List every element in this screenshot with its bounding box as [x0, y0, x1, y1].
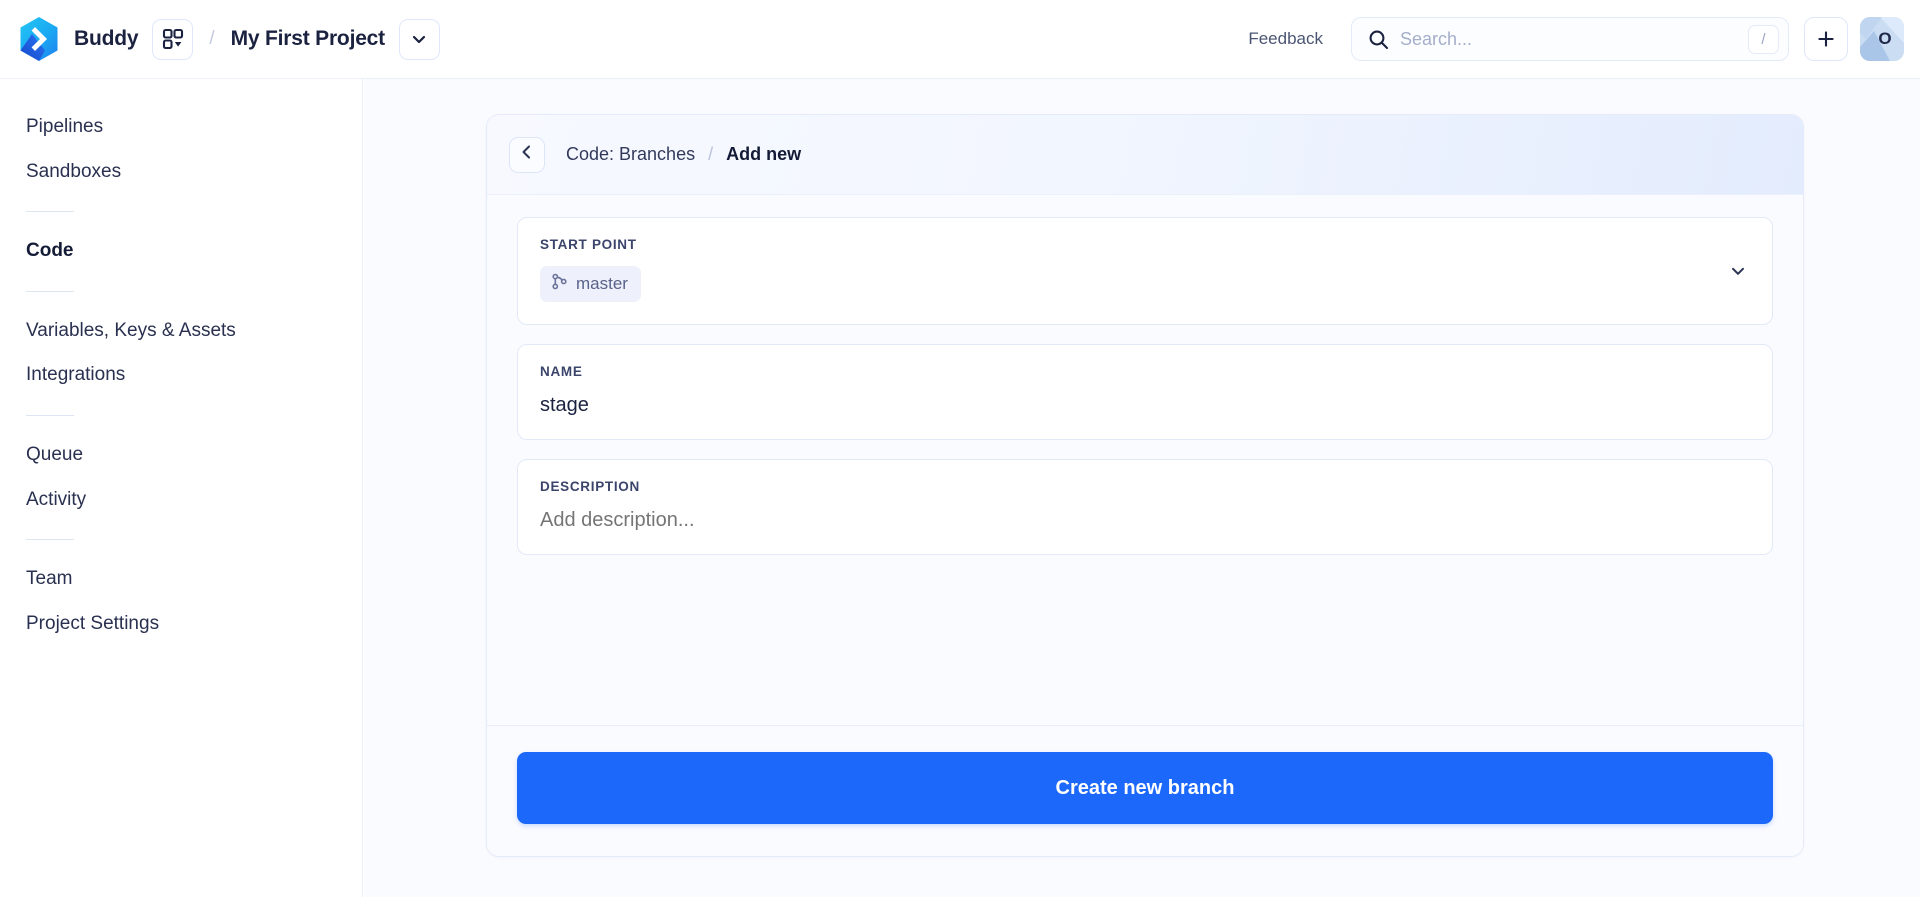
sidebar-divider: [26, 290, 74, 292]
description-label: DESCRIPTION: [540, 479, 640, 494]
sidebar-item-sandboxes[interactable]: Sandboxes: [0, 150, 362, 195]
feedback-link[interactable]: Feedback: [1248, 29, 1323, 49]
brand-zone: Buddy / My First Project: [0, 16, 440, 62]
sidebar-divider: [26, 211, 74, 213]
start-point-branch-name: master: [576, 274, 628, 293]
search-input[interactable]: [1400, 28, 1748, 50]
avatar[interactable]: O: [1860, 17, 1904, 61]
sidebar-item-pipelines[interactable]: Pipelines: [0, 105, 362, 150]
breadcrumb: Code: Branches / Add new: [487, 115, 1803, 195]
sidebar-item-integrations[interactable]: Integrations: [0, 353, 362, 398]
sidebar-item-queue[interactable]: Queue: [0, 433, 362, 478]
search-shortcut-key: /: [1748, 24, 1779, 54]
search-bar[interactable]: /: [1351, 17, 1789, 61]
brand-name: Buddy: [74, 27, 139, 50]
description-input[interactable]: [540, 508, 1750, 532]
breadcrumb-parent[interactable]: Code: Branches: [566, 144, 695, 165]
breadcrumb-current: Add new: [726, 144, 802, 164]
create-new-branch-button[interactable]: Create new branch: [517, 752, 1773, 824]
sidebar-divider: [26, 539, 74, 541]
name-field[interactable]: NAME: [517, 344, 1773, 440]
breadcrumb-divider: /: [708, 144, 714, 164]
chevron-left-icon: [519, 144, 535, 165]
git-branch-icon: [551, 273, 568, 295]
svg-text:O: O: [1878, 29, 1891, 48]
top-bar-actions: Feedback / O: [1248, 17, 1920, 61]
start-point-field[interactable]: START POINT master: [517, 217, 1773, 325]
top-bar: Buddy / My First Project Feedback Search…: [0, 0, 1920, 79]
sidebar-divider: [26, 414, 74, 416]
sidebar-item-code[interactable]: Code: [0, 229, 362, 274]
start-point-chevron-down-icon[interactable]: [1728, 261, 1748, 281]
form-body: START POINT master NAME stage DESCRIPTIO…: [487, 195, 1803, 725]
sidebar-item-team[interactable]: Team: [0, 557, 362, 602]
description-field[interactable]: DESCRIPTION: [517, 459, 1773, 555]
add-branch-panel: Code: Branches / Add new START POINT mas…: [486, 114, 1804, 857]
apps-grid-icon[interactable]: [152, 18, 194, 60]
main-content: Code: Branches / Add new START POINT mas…: [364, 79, 1920, 897]
search-icon: [1368, 29, 1389, 50]
sidebar-item-project-settings[interactable]: Project Settings: [0, 602, 362, 647]
name-label: NAME: [540, 364, 583, 379]
sidebar-item-activity[interactable]: Activity: [0, 478, 362, 523]
start-point-label: START POINT: [540, 237, 637, 252]
project-name[interactable]: My First Project: [231, 27, 386, 51]
project-chevron-down-icon[interactable]: [398, 18, 440, 60]
add-new-button[interactable]: [1804, 17, 1848, 61]
breadcrumb-separator: /: [209, 28, 215, 49]
name-input[interactable]: [540, 393, 1750, 417]
back-button[interactable]: [509, 136, 545, 173]
sidebar-item-variables-keys-assets[interactable]: Variables, Keys & Assets: [0, 309, 362, 354]
form-footer: Create new branch: [487, 725, 1803, 856]
sidebar: Pipelines Sandboxes Code Variables, Keys…: [0, 79, 363, 897]
start-point-branch-chip[interactable]: master: [540, 266, 641, 302]
buddy-hexagon-logo[interactable]: [18, 16, 60, 62]
